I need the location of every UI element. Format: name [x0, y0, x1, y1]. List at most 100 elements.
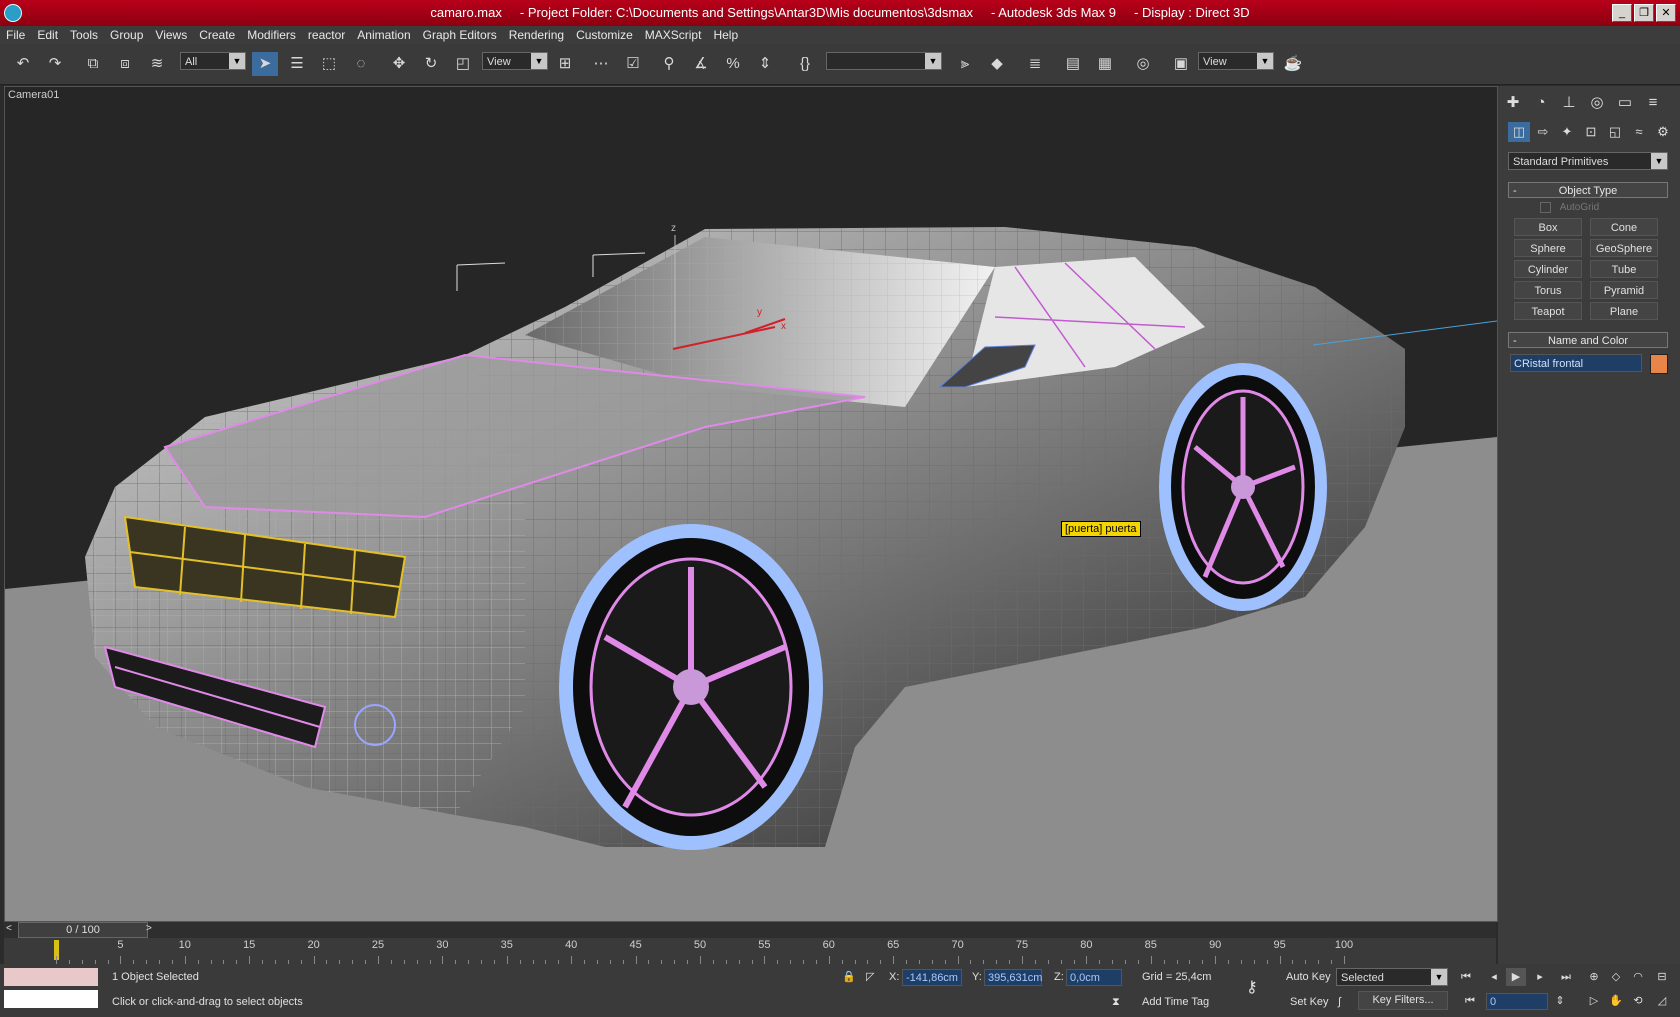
name-and-color-rollout-header[interactable]: - Name and Color [1508, 332, 1668, 348]
cone-button[interactable]: Cone [1590, 218, 1658, 236]
auto-key-button[interactable]: Auto Key [1286, 968, 1332, 987]
track-bar[interactable]: 5 10 15 20 25 30 35 40 45 50 55 60 65 70 75 80 85 90 95 100 [4, 938, 1496, 964]
orbit-icon[interactable]: ◠ [1628, 968, 1648, 986]
lock-icon[interactable]: 🔒 [842, 968, 856, 987]
box-button[interactable]: Box [1514, 218, 1582, 236]
quick-render-icon[interactable]: ☕ [1280, 52, 1306, 76]
create-tab-icon[interactable]: ✚ [1502, 92, 1524, 114]
hierarchy-tab-icon[interactable]: ⊥ [1558, 92, 1580, 114]
current-frame-field[interactable]: 0 [1486, 993, 1548, 1010]
menu-modifiers[interactable]: Modifiers [241, 28, 302, 42]
rotate-icon[interactable]: ↻ [418, 52, 444, 76]
dolly-icon[interactable]: ▷ [1584, 992, 1604, 1010]
menu-views[interactable]: Views [149, 28, 193, 42]
play-icon[interactable]: ▶ [1506, 968, 1526, 986]
object-color-swatch[interactable] [1650, 354, 1668, 374]
x-coordinate-field[interactable]: -141,86cm [902, 969, 962, 986]
shapes-icon[interactable]: ⇨ [1532, 122, 1554, 142]
percent-snap-icon[interactable]: % [720, 52, 746, 76]
key-icon[interactable]: ⚷ [1246, 978, 1268, 997]
menu-customize[interactable]: Customize [570, 28, 639, 42]
menu-create[interactable]: Create [193, 28, 241, 42]
bind-to-space-warp-icon[interactable]: ≋ [144, 52, 170, 76]
z-coordinate-field[interactable]: 0,0cm [1066, 969, 1122, 986]
chevron-right-icon[interactable]: > [146, 923, 152, 934]
rectangular-selection-icon[interactable]: ⬚ [316, 52, 342, 76]
set-key-button[interactable]: Set Key [1290, 993, 1330, 1012]
pivot-point-center-icon[interactable]: ⊞ [552, 52, 578, 76]
spinner-snap-icon[interactable]: ⇕ [752, 52, 778, 76]
utilities-tab-icon[interactable]: ≡ [1642, 92, 1664, 114]
y-coordinate-field[interactable]: 395,631cm [984, 969, 1042, 986]
select-by-name-icon[interactable]: ☰ [284, 52, 310, 76]
menu-rendering[interactable]: Rendering [503, 28, 570, 42]
previous-frame-icon[interactable]: ◂ [1484, 968, 1504, 986]
align-icon[interactable]: ◆ [984, 52, 1010, 76]
cylinder-button[interactable]: Cylinder [1514, 260, 1582, 278]
display-tab-icon[interactable]: ▭ [1614, 92, 1636, 114]
time-slider-thumb[interactable]: 0 / 100 [18, 922, 148, 938]
reference-coordinate-select[interactable]: View ▼ [482, 52, 548, 70]
zoom-all-icon[interactable]: ◇ [1606, 968, 1626, 986]
pan-icon[interactable]: ✋ [1606, 992, 1626, 1010]
angle-snap-icon[interactable]: ∡ [688, 52, 714, 76]
cameras-icon[interactable]: ⊡ [1580, 122, 1602, 142]
camera-viewport[interactable]: z x y Camera01 [puerta] puerta [4, 86, 1498, 922]
maxscript-listener-mini[interactable] [4, 968, 98, 986]
object-type-rollout-header[interactable]: - Object Type [1508, 182, 1668, 198]
roll-icon[interactable]: ⟲ [1628, 992, 1648, 1010]
chevron-left-icon[interactable]: < [6, 923, 12, 934]
go-to-start-icon[interactable]: ⏮ [1456, 968, 1476, 986]
menu-group[interactable]: Group [104, 28, 149, 42]
add-time-tag[interactable]: Add Time Tag [1142, 993, 1238, 1012]
restore-button[interactable]: ❐ [1634, 4, 1654, 22]
scale-icon[interactable]: ◰ [450, 52, 476, 76]
go-to-end-icon[interactable]: ⏭ [1556, 968, 1576, 986]
teapot-button[interactable]: Teapot [1514, 302, 1582, 320]
menu-animation[interactable]: Animation [351, 28, 416, 42]
menu-reactor[interactable]: reactor [302, 28, 351, 42]
maxscript-input-mini[interactable] [4, 990, 98, 1008]
modify-tab-icon[interactable]: ◔ [1530, 92, 1552, 114]
select-and-link-icon[interactable]: ⧉ [80, 52, 106, 76]
select-object-icon[interactable]: ➤ [252, 52, 278, 76]
motion-tab-icon[interactable]: ◎ [1586, 92, 1608, 114]
next-frame-icon[interactable]: ▸ [1530, 968, 1550, 986]
viewport-label[interactable]: Camera01 [8, 89, 59, 101]
layer-manager-icon[interactable]: ≣ [1022, 52, 1048, 76]
torus-button[interactable]: Torus [1514, 281, 1582, 299]
minimize-button[interactable]: _ [1612, 4, 1632, 22]
geometry-icon[interactable]: ◫ [1508, 122, 1530, 142]
named-selection-select[interactable]: ▼ [826, 52, 942, 70]
tube-button[interactable]: Tube [1590, 260, 1658, 278]
key-filters-button[interactable]: Key Filters... [1358, 991, 1448, 1010]
unlink-selection-icon[interactable]: ⧈ [112, 52, 138, 76]
sphere-button[interactable]: Sphere [1514, 239, 1582, 257]
helpers-icon[interactable]: ◱ [1604, 122, 1626, 142]
material-editor-icon[interactable]: ◎ [1130, 52, 1156, 76]
menu-maxscript[interactable]: MAXScript [639, 28, 708, 42]
systems-icon[interactable]: ⚙ [1652, 122, 1674, 142]
primitive-category-select[interactable]: Standard Primitives ▼ [1508, 152, 1668, 170]
key-mode-toggle-icon[interactable]: ⏮ [1460, 992, 1480, 1010]
zoom-icon[interactable]: ⊕ [1584, 968, 1604, 986]
edit-named-selection-icon[interactable]: {} [792, 52, 818, 76]
menu-tools[interactable]: Tools [64, 28, 104, 42]
geosphere-button[interactable]: GeoSphere [1590, 239, 1658, 257]
move-icon[interactable]: ✥ [386, 52, 412, 76]
lights-icon[interactable]: ✦ [1556, 122, 1578, 142]
space-warps-icon[interactable]: ≈ [1628, 122, 1650, 142]
menu-help[interactable]: Help [707, 28, 744, 42]
menu-file[interactable]: File [0, 28, 31, 42]
time-configuration-icon[interactable]: ⇕ [1550, 992, 1570, 1010]
redo-icon[interactable]: ↷ [42, 52, 68, 76]
absolute-mode-icon[interactable]: ◸ [866, 968, 880, 987]
autogrid-checkbox[interactable]: AutoGrid [1540, 202, 1660, 216]
plane-button[interactable]: Plane [1590, 302, 1658, 320]
snaps-toggle-icon[interactable]: ⚲ [656, 52, 682, 76]
set-key-curve-icon[interactable]: ∫ [1338, 993, 1352, 1012]
select-and-manipulate-icon[interactable]: ⋯ [588, 52, 614, 76]
render-scene-icon[interactable]: ▣ [1168, 52, 1194, 76]
mirror-icon[interactable]: ⫸ [952, 52, 978, 76]
maximize-toggle-icon[interactable]: ⊟ [1652, 968, 1672, 986]
